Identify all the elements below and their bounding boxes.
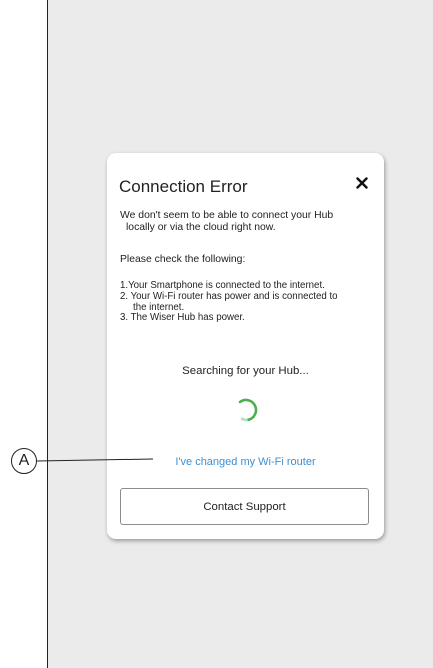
callout-label-a: A	[11, 448, 37, 474]
dialog-title: Connection Error	[119, 177, 248, 196]
intro-line-2: locally or via the cloud right now.	[126, 222, 276, 233]
intro-line-1: We don't seem to be able to connect your…	[120, 210, 334, 221]
manual-page: Connection Error We don't seem to be abl…	[0, 0, 433, 668]
checklist: 1.Your Smartphone is connected to the in…	[120, 280, 382, 324]
connection-error-dialog: Connection Error We don't seem to be abl…	[107, 153, 384, 539]
contact-support-button[interactable]: Contact Support	[120, 488, 369, 525]
intro-text: We don't seem to be able to connect your…	[120, 210, 375, 234]
changed-wifi-router-link[interactable]: I've changed my Wi-Fi router	[107, 456, 384, 468]
check-heading: Please check the following:	[120, 254, 246, 265]
close-icon	[356, 177, 368, 189]
close-button[interactable]	[352, 173, 372, 193]
searching-status: Searching for your Hub...	[182, 365, 309, 377]
loading-spinner-icon	[238, 398, 258, 422]
checklist-item-2: 2. Your Wi-Fi router has power and is co…	[120, 290, 338, 302]
checklist-item-3: 3. The Wiser Hub has power.	[120, 312, 245, 324]
